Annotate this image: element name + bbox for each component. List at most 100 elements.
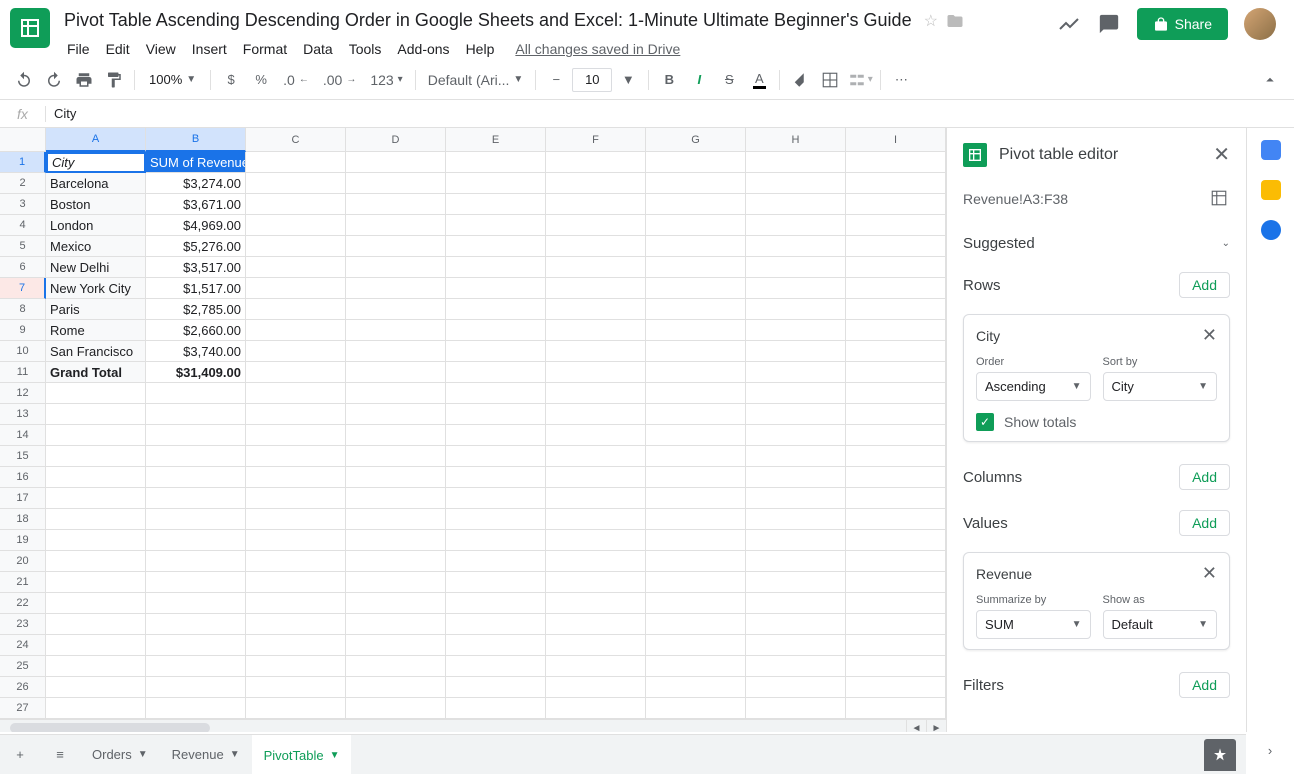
- col-header-B[interactable]: B: [146, 128, 246, 152]
- cell-D13[interactable]: [346, 404, 446, 425]
- row-header-5[interactable]: 5: [0, 236, 46, 257]
- row-header-20[interactable]: 20: [0, 551, 46, 572]
- cell-F10[interactable]: [546, 341, 646, 362]
- doc-title[interactable]: Pivot Table Ascending Descending Order i…: [60, 8, 916, 33]
- cell-C26[interactable]: [246, 677, 346, 698]
- cell-D10[interactable]: [346, 341, 446, 362]
- cell-F14[interactable]: [546, 425, 646, 446]
- row-header-23[interactable]: 23: [0, 614, 46, 635]
- cell-A21[interactable]: [46, 572, 146, 593]
- cell-I17[interactable]: [846, 488, 946, 509]
- cell-H3[interactable]: [746, 194, 846, 215]
- menu-format[interactable]: Format: [236, 37, 294, 61]
- cell-G13[interactable]: [646, 404, 746, 425]
- tasks-addon-icon[interactable]: [1261, 220, 1281, 240]
- row-header-10[interactable]: 10: [0, 341, 46, 362]
- cell-G6[interactable]: [646, 257, 746, 278]
- formula-input[interactable]: City: [46, 106, 84, 121]
- cell-D19[interactable]: [346, 530, 446, 551]
- cell-G17[interactable]: [646, 488, 746, 509]
- font-select[interactable]: Default (Ari...▼: [422, 72, 530, 88]
- cell-F23[interactable]: [546, 614, 646, 635]
- cell-E18[interactable]: [446, 509, 546, 530]
- cell-G22[interactable]: [646, 593, 746, 614]
- cell-D11[interactable]: [346, 362, 446, 383]
- col-header-F[interactable]: F: [546, 128, 646, 152]
- cell-C17[interactable]: [246, 488, 346, 509]
- cell-E4[interactable]: [446, 215, 546, 236]
- cell-F26[interactable]: [546, 677, 646, 698]
- cell-H13[interactable]: [746, 404, 846, 425]
- cell-I18[interactable]: [846, 509, 946, 530]
- cell-B26[interactable]: [146, 677, 246, 698]
- cell-G16[interactable]: [646, 467, 746, 488]
- row-header-7[interactable]: 7: [0, 278, 46, 299]
- col-header-D[interactable]: D: [346, 128, 446, 152]
- share-button[interactable]: Share: [1137, 8, 1228, 40]
- row-header-11[interactable]: 11: [0, 362, 46, 383]
- cell-H25[interactable]: [746, 656, 846, 677]
- suggested-section[interactable]: Suggested ⌄: [947, 225, 1246, 262]
- cell-I2[interactable]: [846, 173, 946, 194]
- cell-E13[interactable]: [446, 404, 546, 425]
- print-button[interactable]: [70, 66, 98, 94]
- cell-B12[interactable]: [146, 383, 246, 404]
- cell-G23[interactable]: [646, 614, 746, 635]
- cell-G20[interactable]: [646, 551, 746, 572]
- order-select[interactable]: Ascending▼: [976, 372, 1091, 401]
- cell-H7[interactable]: [746, 278, 846, 299]
- cell-B27[interactable]: [146, 698, 246, 719]
- fill-color-button[interactable]: [786, 66, 814, 94]
- cell-H4[interactable]: [746, 215, 846, 236]
- menu-help[interactable]: Help: [459, 37, 502, 61]
- col-header-H[interactable]: H: [746, 128, 846, 152]
- cell-F18[interactable]: [546, 509, 646, 530]
- cell-I10[interactable]: [846, 341, 946, 362]
- row-header-18[interactable]: 18: [0, 509, 46, 530]
- cell-E1[interactable]: [446, 152, 546, 173]
- cell-D4[interactable]: [346, 215, 446, 236]
- add-values-button[interactable]: Add: [1179, 510, 1230, 536]
- cell-C2[interactable]: [246, 173, 346, 194]
- row-header-8[interactable]: 8: [0, 299, 46, 320]
- avatar[interactable]: [1244, 8, 1276, 40]
- bold-button[interactable]: B: [655, 66, 683, 94]
- cell-I23[interactable]: [846, 614, 946, 635]
- row-header-22[interactable]: 22: [0, 593, 46, 614]
- col-header-E[interactable]: E: [446, 128, 546, 152]
- cell-D3[interactable]: [346, 194, 446, 215]
- cell-H2[interactable]: [746, 173, 846, 194]
- cell-E14[interactable]: [446, 425, 546, 446]
- paint-format-button[interactable]: [100, 66, 128, 94]
- cell-I16[interactable]: [846, 467, 946, 488]
- cell-H23[interactable]: [746, 614, 846, 635]
- cell-D22[interactable]: [346, 593, 446, 614]
- cell-E23[interactable]: [446, 614, 546, 635]
- row-header-9[interactable]: 9: [0, 320, 46, 341]
- cell-B23[interactable]: [146, 614, 246, 635]
- row-header-25[interactable]: 25: [0, 656, 46, 677]
- cell-G19[interactable]: [646, 530, 746, 551]
- add-columns-button[interactable]: Add: [1179, 464, 1230, 490]
- cell-I11[interactable]: [846, 362, 946, 383]
- cell-D16[interactable]: [346, 467, 446, 488]
- cell-E10[interactable]: [446, 341, 546, 362]
- cell-F16[interactable]: [546, 467, 646, 488]
- row-header-26[interactable]: 26: [0, 677, 46, 698]
- cell-I27[interactable]: [846, 698, 946, 719]
- star-icon[interactable]: ☆: [924, 11, 938, 31]
- cell-D12[interactable]: [346, 383, 446, 404]
- cell-G11[interactable]: [646, 362, 746, 383]
- cell-E9[interactable]: [446, 320, 546, 341]
- cell-F9[interactable]: [546, 320, 646, 341]
- cell-H19[interactable]: [746, 530, 846, 551]
- cell-A26[interactable]: [46, 677, 146, 698]
- cell-I7[interactable]: [846, 278, 946, 299]
- activity-icon[interactable]: [1057, 12, 1081, 36]
- cell-C11[interactable]: [246, 362, 346, 383]
- select-range-icon[interactable]: [1210, 189, 1230, 209]
- menu-edit[interactable]: Edit: [99, 37, 137, 61]
- cell-F2[interactable]: [546, 173, 646, 194]
- row-header-16[interactable]: 16: [0, 467, 46, 488]
- cell-H9[interactable]: [746, 320, 846, 341]
